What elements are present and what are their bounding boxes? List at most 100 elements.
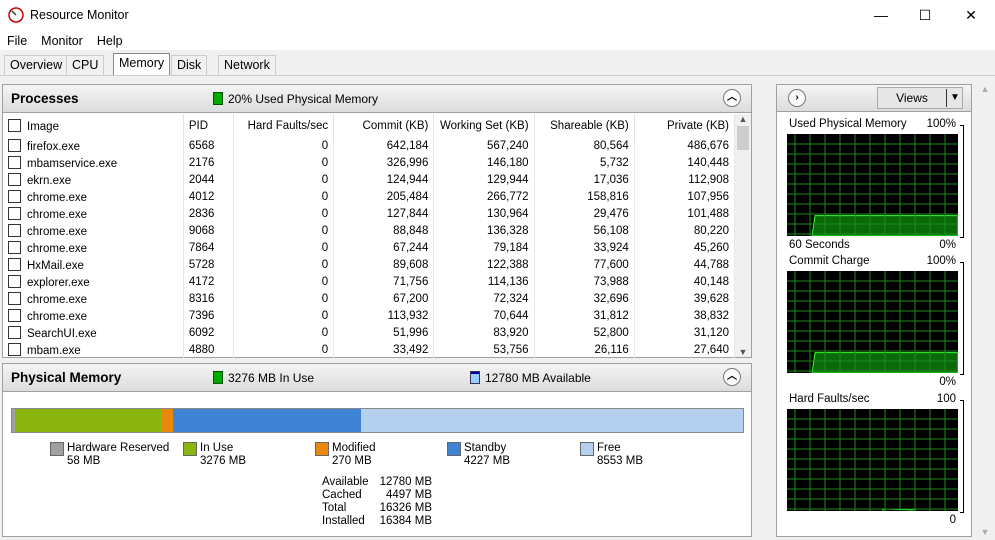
table-cell: 51,996 [333, 324, 435, 341]
table-row[interactable]: chrome.exe 4012 0 205,484 266,772 158,816 107,… [3, 188, 736, 205]
scroll-down-icon[interactable]: ▼ [735, 347, 751, 357]
cell-value: 72,324 [493, 292, 529, 305]
collapse-processes-button[interactable]: ︿ [723, 89, 741, 107]
tab-disk[interactable]: Disk [171, 55, 208, 75]
collapse-physical-memory-button[interactable]: ︿ [723, 368, 741, 386]
tab-cpu[interactable]: CPU [66, 55, 105, 75]
table-row[interactable]: HxMail.exe 5728 0 89,608 122,388 77,600 44,788 [3, 256, 736, 273]
row-checkbox[interactable] [8, 155, 21, 169]
table-cell: 0 [233, 188, 335, 205]
menu-bar: File Monitor Help [0, 31, 130, 51]
in-use-text: 3276 MB In Use [228, 371, 315, 385]
row-checkbox[interactable] [8, 138, 21, 152]
processes-scrollbar[interactable]: ▲ ▼ [735, 114, 751, 357]
legend-label: Hardware Reserved [67, 442, 170, 454]
processes-panel: Processes 20% Used Physical Memory ︿ Ima… [2, 84, 752, 358]
graph-scale-bracket [960, 400, 964, 513]
table-cell: 113,932 [333, 307, 435, 324]
tab-memory[interactable]: Memory [113, 53, 171, 75]
column-header[interactable]: Commit (KB) [333, 114, 435, 137]
row-checkbox[interactable] [8, 342, 21, 356]
row-checkbox[interactable] [8, 206, 21, 220]
minimize-button[interactable]: — [858, 0, 904, 30]
table-row[interactable]: chrome.exe 9068 0 88,848 136,328 56,108 80,220 [3, 222, 736, 239]
table-row[interactable]: firefox.exe 6568 0 642,184 567,240 80,564 486,… [3, 137, 736, 154]
summary-label: Available [322, 476, 369, 488]
select-all-checkbox[interactable] [8, 118, 21, 132]
table-row[interactable]: mbamservice.exe 2176 0 326,996 146,180 5,732 1… [3, 154, 736, 171]
close-button[interactable]: ✕ [948, 0, 994, 30]
graph-title: Commit Charge [789, 255, 870, 267]
processes-header[interactable]: Processes 20% Used Physical Memory ︿ [3, 85, 751, 113]
table-cell: chrome.exe [3, 290, 184, 307]
physical-memory-header[interactable]: Physical Memory 3276 MB In Use 12780 MB … [3, 364, 751, 392]
menu-help[interactable]: Help [90, 31, 130, 51]
table-row[interactable]: explorer.exe 4172 0 71,756 114,136 73,988 40,1… [3, 273, 736, 290]
table-cell: 0 [233, 290, 335, 307]
column-header[interactable]: Shareable (KB) [534, 114, 635, 137]
cell-value: 29,476 [593, 207, 629, 220]
cell-value: 38,832 [693, 309, 729, 322]
cell-value: chrome.exe [27, 310, 88, 323]
row-checkbox[interactable] [8, 240, 21, 254]
table-row[interactable]: SearchUI.exe 6092 0 51,996 83,920 52,800 31,12… [3, 324, 736, 341]
menu-monitor[interactable]: Monitor [34, 31, 90, 51]
row-checkbox[interactable] [8, 308, 21, 322]
table-cell: ekrn.exe [3, 171, 184, 188]
table-cell: 4012 [183, 188, 234, 205]
column-header[interactable]: Private (KB) [634, 114, 736, 137]
table-row[interactable]: chrome.exe 2836 0 127,844 130,964 29,476 101,4… [3, 205, 736, 222]
table-row[interactable]: chrome.exe 7864 0 67,244 79,184 33,924 45,260 [3, 239, 736, 256]
row-checkbox[interactable] [8, 274, 21, 288]
table-row[interactable]: mbam.exe 4880 0 33,492 53,756 26,116 27,640 [3, 341, 736, 358]
table-cell: 29,476 [534, 205, 635, 222]
cell-value: 129,944 [486, 173, 529, 186]
graph-min-label: 0% [939, 239, 956, 251]
table-cell: 136,328 [433, 222, 535, 239]
column-header[interactable]: PID [183, 114, 234, 137]
cell-value: 114,136 [487, 275, 529, 288]
tab-network[interactable]: Network [218, 55, 276, 75]
cell-value: 0 [321, 173, 329, 186]
table-cell: 17,036 [534, 171, 635, 188]
scroll-thumb[interactable] [737, 126, 749, 150]
physical-memory-panel: Physical Memory 3276 MB In Use 12780 MB … [2, 363, 752, 537]
graph-title: Used Physical Memory [789, 118, 907, 130]
row-checkbox[interactable] [8, 257, 21, 271]
views-button[interactable]: Views ▼ [877, 87, 963, 109]
table-cell: 642,184 [333, 137, 435, 154]
table-cell: 72,324 [433, 290, 535, 307]
cell-value: chrome.exe [27, 225, 88, 238]
tab-overview[interactable]: Overview [4, 55, 69, 75]
row-checkbox[interactable] [8, 172, 21, 186]
dropdown-arrow-icon[interactable]: ▼ [950, 88, 960, 108]
maximize-button[interactable]: ☐ [902, 0, 948, 30]
table-cell: 0 [233, 324, 335, 341]
row-checkbox[interactable] [8, 223, 21, 237]
cell-value: 140,448 [687, 156, 729, 169]
table-cell: chrome.exe [3, 239, 184, 256]
scroll-up-icon[interactable]: ▲ [977, 84, 993, 94]
table-row[interactable]: chrome.exe 7396 0 113,932 70,644 31,812 38,832 [3, 307, 736, 324]
scroll-up-icon[interactable]: ▲ [735, 114, 751, 124]
scroll-down-icon[interactable]: ▼ [977, 527, 993, 537]
table-cell: 27,640 [634, 341, 736, 358]
row-checkbox[interactable] [8, 325, 21, 339]
table-cell: mbam.exe [3, 341, 184, 358]
legend-value: 58 MB [67, 455, 101, 467]
column-header[interactable]: Working Set (KB) [433, 114, 535, 137]
table-cell: 0 [233, 222, 335, 239]
table-row[interactable]: chrome.exe 8316 0 67,200 72,324 32,696 39,628 [3, 290, 736, 307]
menu-file[interactable]: File [0, 31, 34, 51]
row-checkbox[interactable] [8, 291, 21, 305]
legend-label: In Use [200, 442, 234, 454]
cell-value: 6092 [188, 326, 215, 339]
table-row[interactable]: ekrn.exe 2044 0 124,944 129,944 17,036 112,908 [3, 171, 736, 188]
column-header[interactable]: Hard Faults/sec [233, 114, 335, 137]
expand-pane-button[interactable]: › [788, 89, 806, 107]
table-cell: firefox.exe [3, 137, 184, 154]
column-header[interactable]: Image [3, 114, 184, 137]
row-checkbox[interactable] [8, 189, 21, 203]
graphs-scrollbar[interactable]: ▲ ▼ [977, 84, 993, 537]
cell-value: 0 [321, 139, 329, 152]
